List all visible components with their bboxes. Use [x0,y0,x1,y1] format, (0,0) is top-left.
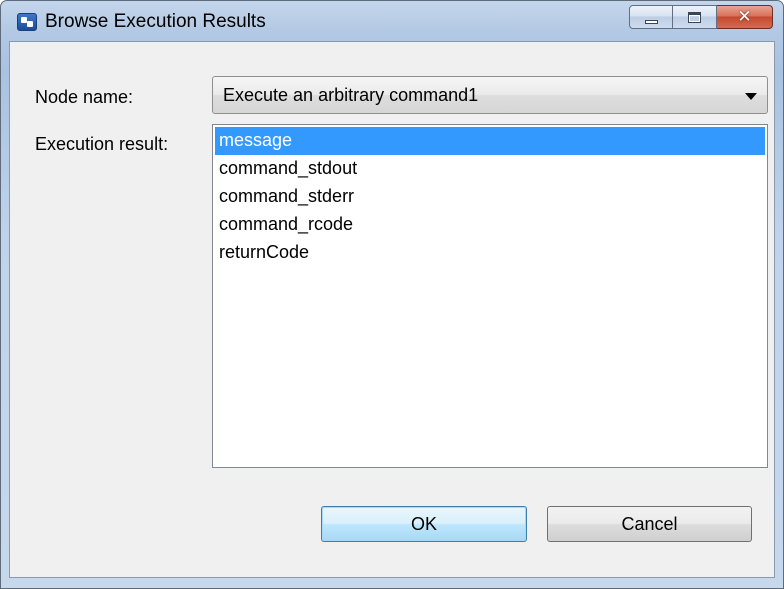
dialog-window: Browse Execution Results ✕ Node name: Ex… [0,0,784,589]
ok-button[interactable]: OK [321,506,527,542]
chevron-down-icon[interactable] [745,93,757,100]
list-item-command-rcode[interactable]: command_rcode [215,211,765,239]
list-item-command-stdout[interactable]: command_stdout [215,155,765,183]
app-icon [17,13,37,31]
node-name-dropdown[interactable]: Execute an arbitrary command1 [212,76,768,114]
list-item-message[interactable]: message [215,127,765,155]
title-bar[interactable]: Browse Execution Results ✕ [1,1,783,41]
node-name-value: Execute an arbitrary command1 [223,85,479,105]
minimize-icon [645,20,658,24]
dialog-content: Node name: Execute an arbitrary command1… [9,41,775,578]
minimize-button[interactable] [629,5,673,29]
list-item-returncode[interactable]: returnCode [215,239,765,267]
cancel-button[interactable]: Cancel [547,506,752,542]
execution-result-label: Execution result: [35,134,169,154]
maximize-button[interactable] [673,5,717,29]
window-title: Browse Execution Results [45,11,266,32]
close-button[interactable]: ✕ [717,5,773,29]
maximize-icon [688,12,701,23]
list-item-command-stderr[interactable]: command_stderr [215,183,765,211]
close-icon: ✕ [737,7,752,27]
execution-result-list[interactable]: message command_stdout command_stderr comma… [212,124,768,468]
caption-buttons: ✕ [629,5,773,31]
node-name-label: Node name: [35,87,134,107]
